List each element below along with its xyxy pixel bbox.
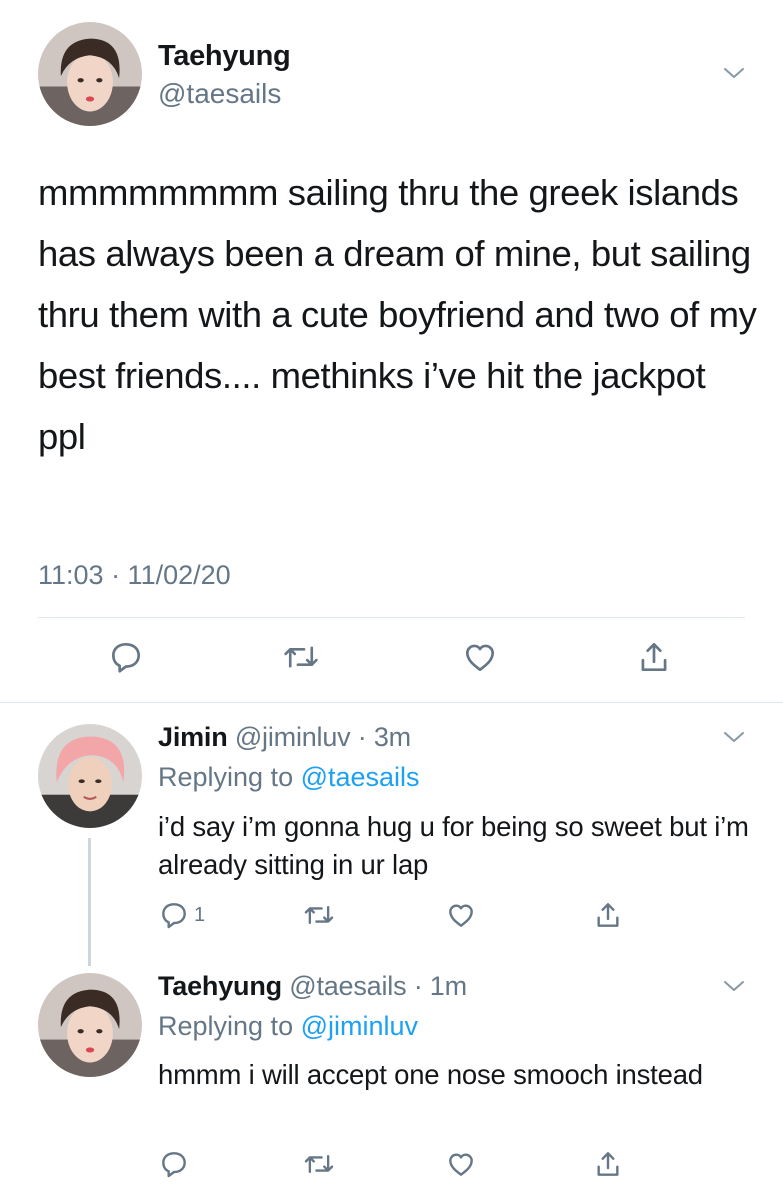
- reply-1-reply-count: 1: [194, 903, 206, 926]
- reply-1-avatar[interactable]: [38, 724, 142, 828]
- reply-1-replying-to: Replying to @taesails: [158, 762, 420, 793]
- main-tweet-text: mmmmmmmm sailing thru the greek islands …: [38, 172, 757, 457]
- share-icon[interactable]: [635, 638, 673, 676]
- reply-2-text: hmmm i will accept one nose smooch inste…: [158, 1059, 703, 1090]
- like-icon[interactable]: [461, 638, 499, 676]
- reply-2-avatar[interactable]: [38, 973, 142, 1077]
- main-tweet-avatar[interactable]: [38, 22, 142, 126]
- reply-1-retweet-icon[interactable]: [302, 899, 336, 931]
- reply-1-share-icon[interactable]: [592, 899, 624, 931]
- reply-2-header: Taehyung @taesails · 1m: [158, 971, 467, 1002]
- reply-2-retweet-icon[interactable]: [302, 1148, 336, 1180]
- reply-1-replying-link[interactable]: @taesails: [301, 762, 420, 792]
- reply-2-like-icon[interactable]: [445, 1148, 477, 1180]
- reply-1-like-icon[interactable]: [445, 899, 477, 931]
- main-tweet-chevron-down-icon[interactable]: [723, 66, 745, 80]
- reply-2-share-icon[interactable]: [592, 1148, 624, 1180]
- reply-1-chevron-down-icon[interactable]: [723, 730, 745, 744]
- reply-2-reply-icon[interactable]: [158, 1148, 190, 1180]
- reply-2-replying-prefix: Replying to: [158, 1011, 301, 1041]
- section-divider: [0, 702, 783, 703]
- reply-1-header: Jimin @jiminluv · 3m: [158, 722, 411, 753]
- reply-2-replying-link[interactable]: @jiminluv: [301, 1011, 418, 1041]
- reply-1-reply-icon[interactable]: 1: [158, 899, 205, 931]
- main-tweet-author-name[interactable]: Taehyung: [158, 40, 291, 73]
- retweet-icon[interactable]: [281, 638, 321, 676]
- reply-2-meta[interactable]: @taesails · 1m: [289, 971, 467, 1001]
- main-tweet-divider: [38, 617, 745, 618]
- main-tweet-author-handle[interactable]: @taesails: [158, 78, 281, 110]
- reply-1-replying-prefix: Replying to: [158, 762, 301, 792]
- main-tweet-actions: [0, 638, 783, 678]
- reply-2-replying-to: Replying to @jiminluv: [158, 1011, 418, 1042]
- reply-2-author-name[interactable]: Taehyung: [158, 971, 282, 1001]
- main-tweet-timestamp[interactable]: 11:03 · 11/02/20: [38, 560, 231, 591]
- reply-icon[interactable]: [107, 638, 145, 676]
- reply-1-text: i’d say i’m gonna hug u for being so swe…: [158, 811, 749, 880]
- reply-1-author-name[interactable]: Jimin: [158, 722, 228, 752]
- reply-1-meta[interactable]: @jiminluv · 3m: [235, 722, 411, 752]
- thread-connector-line: [88, 838, 91, 966]
- reply-2-chevron-down-icon[interactable]: [723, 979, 745, 993]
